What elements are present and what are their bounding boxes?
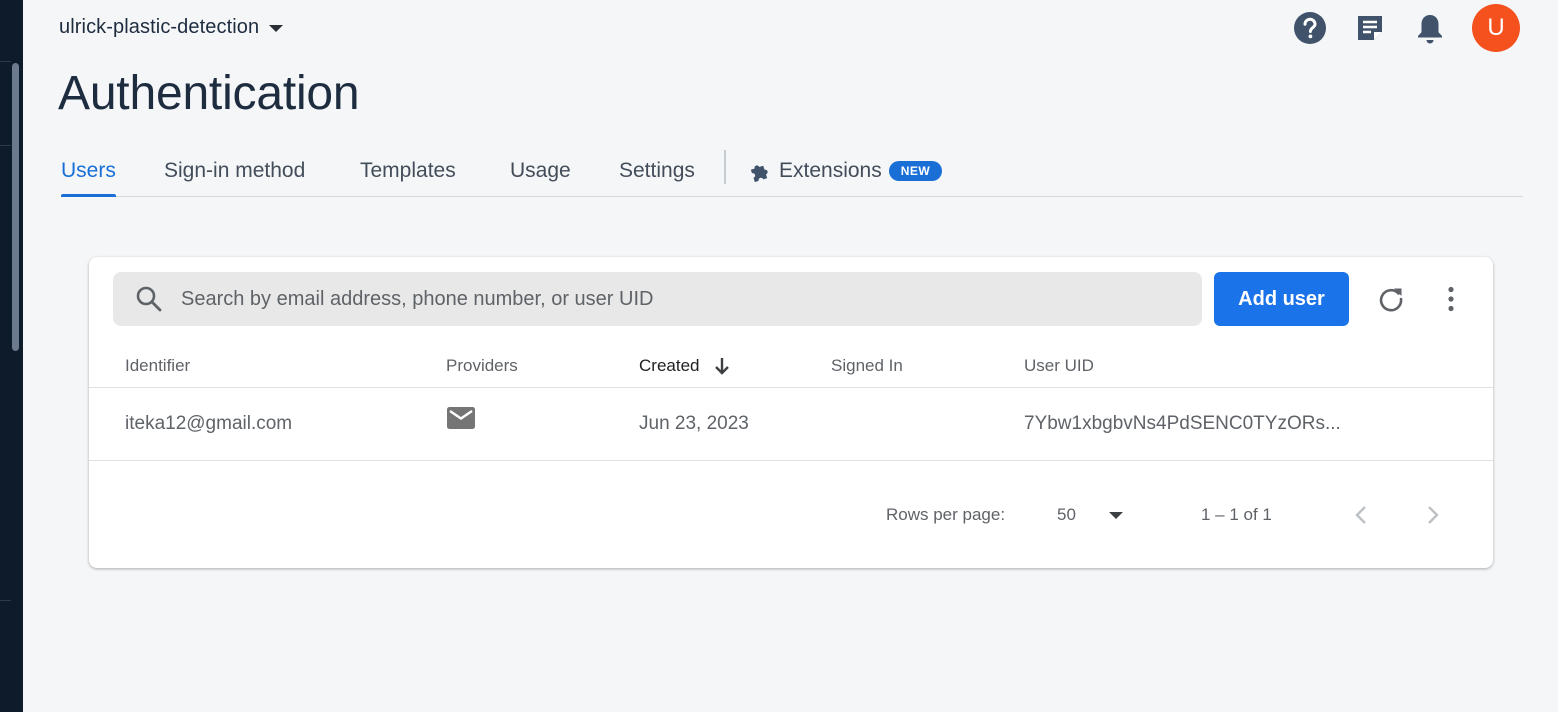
sidebar-divider xyxy=(0,61,11,62)
search-icon xyxy=(136,286,162,312)
notifications-bell-icon[interactable] xyxy=(1413,11,1447,45)
tab-settings[interactable]: Settings xyxy=(619,146,695,196)
column-header-providers[interactable]: Providers xyxy=(446,345,518,387)
project-name: ulrick-plastic-detection xyxy=(59,15,260,38)
column-header-signed-in[interactable]: Signed In xyxy=(831,345,903,387)
add-user-button[interactable]: Add user xyxy=(1214,272,1349,326)
tab-label: Usage xyxy=(510,159,571,182)
sort-descending-icon xyxy=(715,358,730,375)
tab-label: Sign-in method xyxy=(164,159,306,182)
tab-divider xyxy=(724,150,726,184)
new-badge: NEW xyxy=(888,161,943,181)
column-header-label: Created xyxy=(639,356,700,375)
header-actions: U xyxy=(1267,4,1520,52)
search-input[interactable] xyxy=(179,286,1163,312)
more-options-icon[interactable] xyxy=(1431,279,1471,319)
dropdown-caret-icon xyxy=(269,24,284,32)
table-row[interactable]: iteka12@gmail.com Jun 23, 2023 7Ybw1xbgb… xyxy=(89,388,1493,461)
sidebar-divider xyxy=(0,145,11,146)
page-title: Authentication xyxy=(58,67,360,120)
tab-label: Users xyxy=(61,159,116,182)
tab-bar: Users Sign-in method Templates Usage Set… xyxy=(61,146,1523,197)
tab-extensions[interactable]: Extensions NEW xyxy=(749,146,943,196)
table-header: Identifier Providers Created Signed In U… xyxy=(89,345,1493,388)
column-header-created[interactable]: Created xyxy=(639,345,731,387)
sidebar-divider xyxy=(0,600,11,601)
next-page-chevron-icon[interactable] xyxy=(1421,493,1445,537)
previous-page-chevron-icon[interactable] xyxy=(1349,493,1373,537)
sidebar-scrollbar[interactable] xyxy=(12,63,19,351)
email-icon xyxy=(446,382,476,454)
project-selector[interactable]: ulrick-plastic-detection xyxy=(59,14,284,40)
pagination-range: 1 – 1 of 1 xyxy=(1201,505,1272,524)
tab-users[interactable]: Users xyxy=(61,146,116,197)
user-avatar[interactable]: U xyxy=(1472,4,1520,52)
rows-per-page-select[interactable]: 50 xyxy=(1057,493,1137,537)
cell-identifier: iteka12@gmail.com xyxy=(125,413,293,434)
console-sidebar xyxy=(0,0,23,712)
cell-created: Jun 23, 2023 xyxy=(639,413,749,434)
tab-label: Templates xyxy=(360,159,456,182)
users-card: Add user Identifier Providers Created Si… xyxy=(89,257,1493,568)
tab-label: Settings xyxy=(619,159,695,182)
tab-sign-in-method[interactable]: Sign-in method xyxy=(164,146,305,196)
rows-per-page-value: 50 xyxy=(1057,505,1076,524)
tab-usage[interactable]: Usage xyxy=(510,146,571,196)
column-header-identifier[interactable]: Identifier xyxy=(125,345,190,387)
tab-label: Extensions xyxy=(779,159,882,182)
extensions-puzzle-icon xyxy=(749,160,771,182)
dropdown-caret-icon xyxy=(1109,512,1123,519)
release-notes-icon[interactable] xyxy=(1353,11,1387,45)
column-header-user-uid[interactable]: User UID xyxy=(1024,345,1094,387)
tab-templates[interactable]: Templates xyxy=(360,146,456,196)
pagination-footer: Rows per page: 50 1 – 1 of 1 xyxy=(89,493,1493,537)
search-bar[interactable] xyxy=(113,272,1202,326)
help-icon[interactable] xyxy=(1293,11,1327,45)
refresh-icon[interactable] xyxy=(1371,279,1411,319)
rows-per-page-label: Rows per page: xyxy=(886,505,1006,524)
cell-user-uid: 7Ybw1xbgbvNs4PdSENC0TYzORs... xyxy=(1024,413,1341,434)
